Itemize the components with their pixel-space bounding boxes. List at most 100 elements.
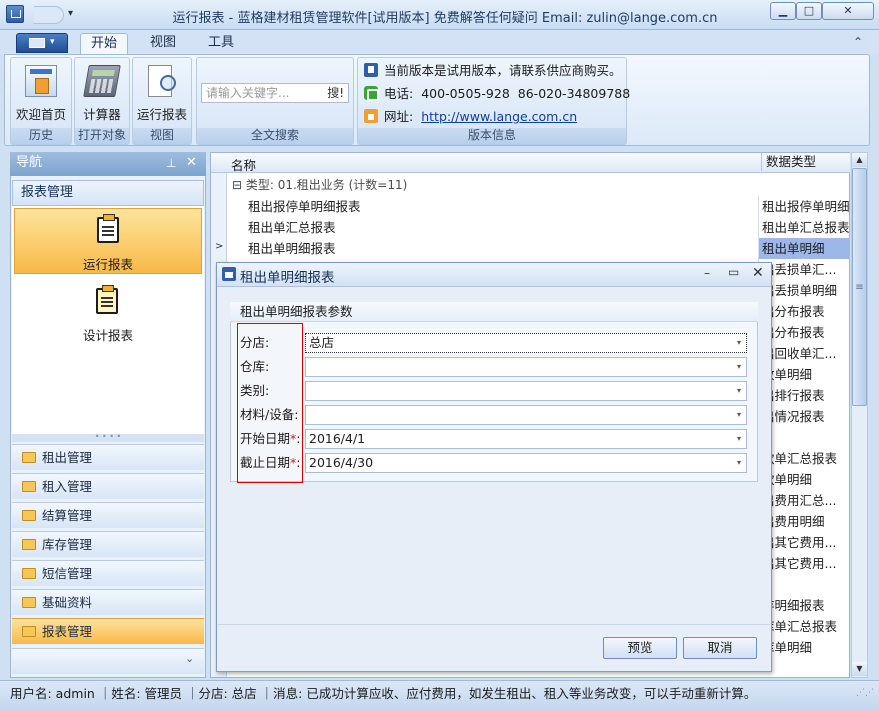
app-home-icon[interactable] <box>6 5 24 23</box>
nav-tile-design-report[interactable]: 设计报表 <box>14 280 202 346</box>
dialog-divider <box>218 624 770 625</box>
phone-number-2: 86-020-34809788 <box>517 86 631 101</box>
search-placeholder: 请输入关键字... <box>206 86 290 100</box>
material-select[interactable]: ▾ <box>305 405 747 425</box>
nav-group-label: 报表管理 <box>42 624 93 639</box>
table-row[interactable]: 租出报停单明细报表 <box>228 196 758 217</box>
resize-grip-icon[interactable]: ⋰⋰ <box>856 688 874 698</box>
welcome-page-label: 欢迎首页 <box>15 107 66 122</box>
nav-group-label: 短信管理 <box>42 566 93 581</box>
ribbon-group-label: 版本信息 <box>358 128 626 144</box>
dropdown-arrow-icon[interactable]: ▾ <box>732 382 746 400</box>
grid-group-row[interactable]: ⊟ 类型: 01.租出业务 (计数=11) <box>228 175 758 195</box>
folder-icon <box>22 510 36 521</box>
nav-group-report-management[interactable]: 报表管理 <box>12 618 204 644</box>
application-menu-button[interactable]: ▾ <box>16 33 68 53</box>
dialog-close-button[interactable]: ✕ <box>752 265 764 281</box>
chevron-down-icon[interactable]: ⌄ <box>185 652 194 665</box>
quick-access-dropdown-icon[interactable]: ▾ <box>68 8 73 19</box>
tab-tools[interactable]: 工具 <box>198 33 244 55</box>
nav-group-settlement[interactable]: 结算管理 <box>12 502 204 528</box>
dialog-title: 租出单明细报表 <box>240 270 335 286</box>
welcome-page-button[interactable]: 欢迎首页 <box>11 62 71 124</box>
search-button[interactable]: 搜! <box>327 84 344 102</box>
ribbon-group-version: 当前版本是试用版本，请联系供应商购买。 电话: 400-0505-928 86-02… <box>357 57 630 145</box>
nav-close-icon[interactable]: ✕ <box>186 155 197 170</box>
minimize-button[interactable]: ▁ <box>770 2 796 20</box>
ribbon-group-view: 运行报表 视图 <box>132 57 192 145</box>
pin-icon[interactable]: ⊥ <box>166 156 176 170</box>
nav-group-rental-in[interactable]: 租入管理 <box>12 473 204 499</box>
cancel-button[interactable]: 取消 <box>683 637 757 659</box>
scrollbar-thumb[interactable]: ≡ <box>852 168 867 406</box>
nav-group-sms[interactable]: 短信管理 <box>12 560 204 586</box>
warehouse-select[interactable]: ▾ <box>305 357 747 377</box>
dialog-maximize-button[interactable]: ▭ <box>728 265 739 279</box>
ribbon-tab-strip <box>0 30 879 54</box>
table-row[interactable]: 租出单汇总报表 <box>228 217 758 238</box>
folder-icon <box>22 597 36 608</box>
status-text: 用户名: admin ｜姓名: 管理员 ｜分店: 总店 ｜消息: 已成功计算应收… <box>10 686 757 701</box>
chevron-down-icon: ▾ <box>50 37 55 47</box>
preview-button[interactable]: 预览 <box>603 637 677 659</box>
table-cell-type[interactable]: 租出单明细 <box>758 238 850 259</box>
phone-label: 电话: <box>384 86 414 101</box>
quick-access-toolbar <box>34 6 64 24</box>
table-cell-type[interactable]: 租出报停单明细 <box>758 196 850 217</box>
nav-group-label: 基础资料 <box>42 595 93 610</box>
ribbon-collapse-icon[interactable]: ⌃ <box>853 35 863 49</box>
dropdown-arrow-icon[interactable]: ▾ <box>732 406 746 424</box>
calculator-icon <box>83 65 121 97</box>
application-menu-icon <box>29 38 45 48</box>
ribbon-group-label: 打开对象 <box>75 128 129 144</box>
folder-icon <box>22 539 36 550</box>
ribbon-group-label: 历史 <box>11 128 71 144</box>
dropdown-arrow-icon[interactable]: ▾ <box>732 334 746 352</box>
nav-tile-label: 设计报表 <box>82 328 133 343</box>
start-date-picker[interactable]: 2016/4/1 ▾ <box>305 429 747 449</box>
dropdown-arrow-icon[interactable]: ▾ <box>732 454 746 472</box>
nav-tile-label: 运行报表 <box>82 257 133 272</box>
website-link[interactable]: http://www.lange.com.cn <box>421 109 577 124</box>
search-input[interactable]: 请输入关键字... 搜! <box>201 83 349 103</box>
close-button[interactable]: ✕ <box>822 2 874 20</box>
navigation-header: 导航 <box>10 152 206 176</box>
nav-group-basic-data[interactable]: 基础资料 <box>12 589 204 615</box>
end-date-picker[interactable]: 2016/4/30 ▾ <box>305 453 747 473</box>
nav-group-label: 租出管理 <box>42 450 93 465</box>
lock-icon <box>364 63 378 77</box>
tab-view[interactable]: 视图 <box>140 33 186 55</box>
nav-group-rental-out[interactable]: 租出管理 <box>12 444 204 470</box>
category-select[interactable]: ▾ <box>305 381 747 401</box>
branch-select[interactable]: 总店 ▾ <box>305 333 747 353</box>
scroll-down-arrow-icon[interactable]: ▼ <box>852 662 867 676</box>
column-header-name[interactable]: 名称 <box>231 155 256 174</box>
end-date-value: 2016/4/30 <box>309 455 374 470</box>
dialog-minimize-button[interactable]: – <box>704 266 710 280</box>
scroll-up-arrow-icon[interactable]: ▲ <box>852 153 867 167</box>
grid-header: 名称 数据类型 <box>211 153 850 173</box>
run-report-label: 运行报表 <box>136 107 187 122</box>
ribbon-group-history: 欢迎首页 历史 <box>10 57 72 145</box>
current-row-indicator-icon: > <box>215 241 224 252</box>
calculator-button[interactable]: 计算器 <box>75 62 129 124</box>
clipboard-edit-icon <box>96 285 118 314</box>
nav-group-label: 租入管理 <box>42 479 93 494</box>
tab-home[interactable]: 开始 <box>80 33 128 55</box>
dropdown-arrow-icon[interactable]: ▾ <box>732 358 746 376</box>
dropdown-arrow-icon[interactable]: ▾ <box>732 430 746 448</box>
nav-splitter[interactable]: • • • • <box>12 433 204 442</box>
table-cell-type[interactable]: 租出单汇总报表 <box>758 217 850 238</box>
phone-info: 电话: 400-0505-928 86-020-34809788 <box>364 84 630 104</box>
column-header-type[interactable]: 数据类型 <box>761 153 816 171</box>
run-report-button[interactable]: 运行报表 <box>133 62 191 124</box>
nav-tile-run-report[interactable]: 运行报表 <box>14 208 202 274</box>
nav-group-label: 结算管理 <box>42 508 93 523</box>
website-label: 网址: <box>384 109 414 124</box>
branch-value: 总店 <box>309 335 335 350</box>
nav-group-inventory[interactable]: 库存管理 <box>12 531 204 557</box>
folder-icon <box>22 626 36 637</box>
table-row[interactable]: 租出单明细报表 <box>228 238 758 259</box>
maximize-button[interactable]: □ <box>796 2 822 20</box>
nav-group-label: 库存管理 <box>42 537 93 552</box>
